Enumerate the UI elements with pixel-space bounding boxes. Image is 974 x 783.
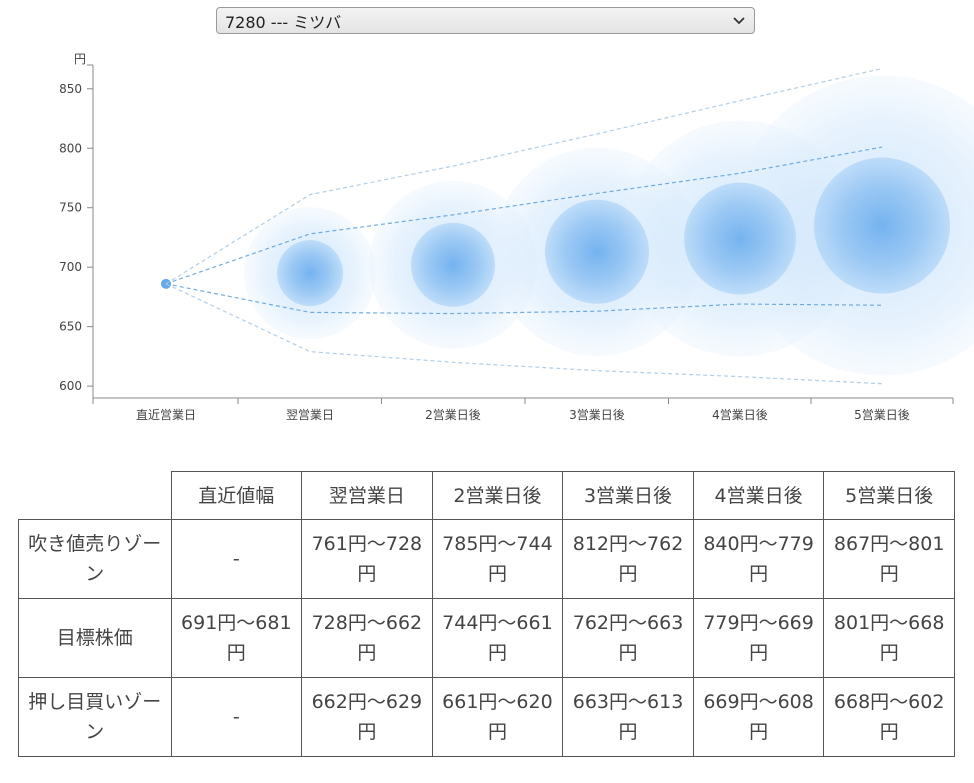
y-tick-label: 700 bbox=[59, 260, 82, 274]
table-cell: 744円～661円 bbox=[431, 598, 564, 678]
x-tick-label: 直近営業日 bbox=[136, 408, 196, 422]
header-cell: 4営業日後 bbox=[692, 471, 825, 520]
y-tick-label: 600 bbox=[59, 379, 82, 393]
forecast-table: 直近値幅 翌営業日 2営業日後 3営業日後 4営業日後 5営業日後 吹き値売りゾ… bbox=[18, 471, 955, 757]
y-tick-label: 750 bbox=[59, 201, 82, 215]
forecast-chart: 円 600 650 700 750 800 850 直近営業日 翌営業日 2営業日後 3営業日後 4営… bbox=[59, 52, 974, 422]
table-cell: 812円～762円 bbox=[562, 519, 694, 599]
chevron-down-icon bbox=[733, 16, 745, 24]
x-tick-label: 3営業日後 bbox=[569, 408, 625, 422]
x-tick-label: 2営業日後 bbox=[425, 408, 481, 422]
header-cell: 3営業日後 bbox=[562, 471, 694, 520]
table-row-buy-zone: 押し目買いゾーン - 662円～629円 661円～620円 663円～613円… bbox=[18, 677, 955, 757]
table-cell: 661円～620円 bbox=[431, 677, 564, 757]
stock-select-box[interactable]: 7280 --- ミツバ bbox=[216, 7, 755, 34]
y-unit-label: 円 bbox=[74, 52, 86, 66]
table-cell: 785円～744円 bbox=[431, 519, 564, 599]
inner-range-bubble bbox=[411, 222, 495, 307]
table-cell: 663円～613円 bbox=[562, 677, 694, 757]
table-cell: 762円～663円 bbox=[562, 598, 694, 678]
table-row-sell-zone: 吹き値売りゾーン - 761円～728円 785円～744円 812円～762円… bbox=[18, 519, 955, 599]
table-cell: 691円～681円 bbox=[170, 598, 303, 678]
table-cell: 668円～602円 bbox=[823, 677, 955, 757]
inner-range-bubble bbox=[277, 240, 343, 307]
inner-range-bubble bbox=[545, 199, 649, 304]
y-tick-label: 800 bbox=[59, 141, 82, 155]
x-tick-label: 5営業日後 bbox=[854, 408, 910, 422]
table-cell: 669円～608円 bbox=[692, 677, 825, 757]
table-cell: 779円～669円 bbox=[692, 598, 825, 678]
table-cell: 761円～728円 bbox=[301, 519, 433, 599]
y-tick-label: 850 bbox=[59, 82, 82, 96]
table-cell: 801円～668円 bbox=[823, 598, 955, 678]
table-cell: - bbox=[170, 519, 303, 599]
inner-range-bubble bbox=[684, 182, 796, 295]
inner-range-bubble bbox=[814, 157, 950, 294]
header-cell: 翌営業日 bbox=[301, 471, 433, 520]
row-label: 吹き値売りゾーン bbox=[18, 519, 172, 599]
header-corner bbox=[18, 471, 172, 520]
x-tick-label: 翌営業日 bbox=[286, 408, 334, 422]
table-cell: 662円～629円 bbox=[301, 677, 433, 757]
stock-select[interactable]: 7280 --- ミツバ bbox=[216, 7, 755, 34]
row-label: 目標株価 bbox=[18, 598, 172, 678]
row-label: 押し目買いゾーン bbox=[18, 677, 172, 757]
table-header-row: 直近値幅 翌営業日 2営業日後 3営業日後 4営業日後 5営業日後 bbox=[18, 471, 955, 520]
stock-select-value: 7280 --- ミツバ bbox=[225, 12, 342, 32]
y-tick-label: 650 bbox=[59, 320, 82, 334]
table-cell: 867円～801円 bbox=[823, 519, 955, 599]
header-cell: 2営業日後 bbox=[431, 471, 564, 520]
table-cell: 840円～779円 bbox=[692, 519, 825, 599]
table-cell: - bbox=[170, 677, 303, 757]
table-cell: 728円～662円 bbox=[301, 598, 433, 678]
header-cell: 5営業日後 bbox=[823, 471, 955, 520]
x-tick-label: 4営業日後 bbox=[712, 408, 768, 422]
table-row-target: 目標株価 691円～681円 728円～662円 744円～661円 762円～… bbox=[18, 598, 955, 678]
header-cell: 直近値幅 bbox=[170, 471, 303, 520]
